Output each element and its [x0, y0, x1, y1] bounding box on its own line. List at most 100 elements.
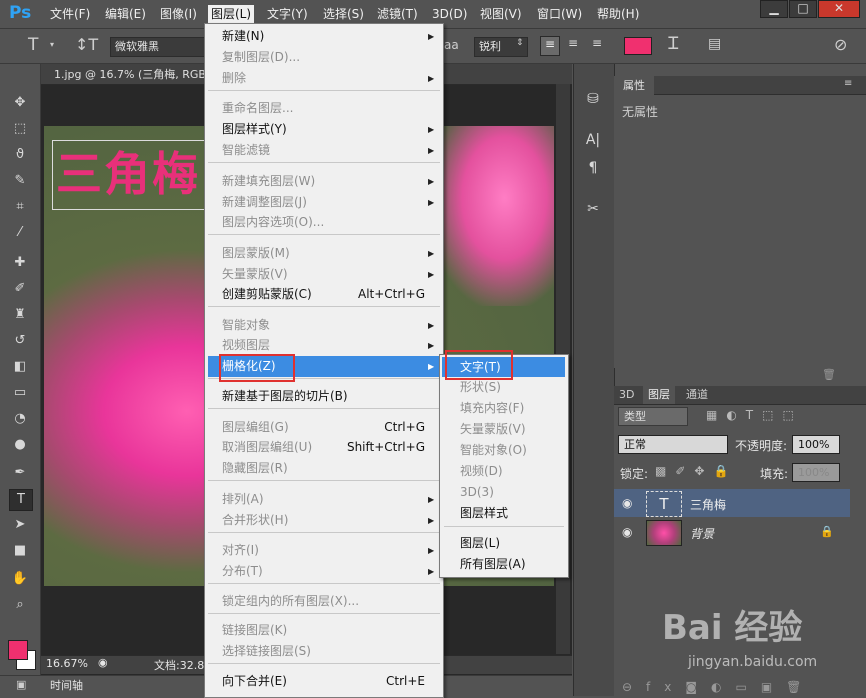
- layer-menu-item[interactable]: 图层样式(Y): [222, 120, 287, 139]
- layer-menu-item[interactable]: 智能对象: [222, 316, 270, 335]
- paragraph-panel-icon[interactable]: ¶: [582, 157, 604, 179]
- menu-filter[interactable]: 滤镜(T): [374, 5, 421, 23]
- brush-tool-icon[interactable]: ✐: [9, 279, 31, 299]
- layer-menu-item[interactable]: 新建基于图层的切片(B): [222, 387, 348, 406]
- zoom-level[interactable]: 16.67%: [46, 657, 88, 670]
- layer-menu-item[interactable]: 视频图层: [222, 336, 270, 355]
- visibility-eye-icon[interactable]: ◉: [622, 496, 632, 510]
- layer-menu-item[interactable]: 重命名图层...: [222, 99, 293, 118]
- tab-channels[interactable]: 通道: [681, 386, 713, 404]
- zoom-tool-icon[interactable]: ⌕: [9, 595, 31, 615]
- type-tool-icon[interactable]: T: [9, 489, 33, 511]
- move-tool-icon[interactable]: ✥: [9, 93, 31, 113]
- submenu-item[interactable]: 视频(D): [460, 461, 503, 481]
- lock-icons[interactable]: ▩✐✥🔒: [655, 464, 737, 478]
- quick-select-tool-icon[interactable]: ✎: [9, 171, 31, 191]
- align-center-icon[interactable]: ≡: [564, 36, 582, 54]
- tab-properties[interactable]: 属性: [614, 76, 654, 95]
- hand-tool-icon[interactable]: ✋: [9, 569, 31, 589]
- gradient-tool-icon[interactable]: ▭: [9, 383, 31, 403]
- submenu-item[interactable]: 智能对象(O): [460, 440, 527, 460]
- filter-icons[interactable]: ▦◐T⬚⬚: [706, 408, 803, 422]
- menu-view[interactable]: 视图(V): [477, 5, 525, 23]
- maximize-icon[interactable]: □: [789, 0, 817, 18]
- layer-menu-item[interactable]: 删除: [222, 69, 246, 88]
- close-icon[interactable]: ✕: [818, 0, 860, 18]
- character-panel-icon[interactable]: ▤: [708, 36, 721, 52]
- layer-menu-item[interactable]: 图层编组(G): [222, 418, 289, 437]
- layer-menu-item[interactable]: 矢量蒙版(V): [222, 265, 288, 284]
- font-family-field[interactable]: 微软雅黑: [110, 37, 212, 57]
- submenu-item[interactable]: 所有图层(A): [460, 554, 526, 574]
- layer-name[interactable]: 背景: [690, 525, 714, 542]
- align-left-icon[interactable]: ≡: [540, 36, 560, 56]
- chevron-down-icon[interactable]: ▾: [50, 40, 54, 49]
- layer-menu-item[interactable]: 新建(N): [222, 27, 264, 46]
- path-selection-tool-icon[interactable]: ➤: [9, 515, 31, 535]
- text-bounding-box[interactable]: [52, 140, 207, 210]
- cancel-icon[interactable]: ⊘: [834, 35, 847, 54]
- layer-menu-item[interactable]: 选择链接图层(S): [222, 642, 311, 661]
- opacity-field[interactable]: 100%: [792, 435, 840, 454]
- foreground-color-swatch[interactable]: [8, 640, 28, 660]
- warp-text-icon[interactable]: Ꮖ: [668, 34, 679, 54]
- layer-menu-item[interactable]: 新建调整图层(J): [222, 193, 307, 212]
- menu-type[interactable]: 文字(Y): [264, 5, 311, 23]
- layer-menu-item[interactable]: 图层蒙版(M): [222, 244, 290, 263]
- healing-brush-tool-icon[interactable]: ✚: [9, 253, 31, 273]
- text-orientation-icon[interactable]: ↕T: [75, 35, 98, 54]
- menu-image[interactable]: 图像(I): [157, 5, 200, 23]
- menu-select[interactable]: 选择(S): [320, 5, 367, 23]
- dodge-tool-icon[interactable]: ●: [9, 435, 31, 455]
- submenu-item[interactable]: 填充内容(F): [460, 398, 524, 418]
- layer-menu-item[interactable]: 链接图层(K): [222, 621, 287, 640]
- layer-menu-item[interactable]: 排列(A): [222, 490, 264, 509]
- layer-menu-item[interactable]: 新建填充图层(W): [222, 172, 315, 191]
- history-brush-tool-icon[interactable]: ↺: [9, 331, 31, 351]
- menu-window[interactable]: 窗口(W): [534, 5, 585, 23]
- layer-menu-item[interactable]: 创建剪贴蒙版(C): [222, 285, 312, 304]
- character-panel-icon[interactable]: A|: [582, 129, 604, 151]
- layer-menu-item[interactable]: 复制图层(D)...: [222, 48, 300, 67]
- visibility-eye-icon[interactable]: ◉: [622, 525, 632, 539]
- crop-tool-icon[interactable]: ⌗: [9, 197, 31, 217]
- submenu-item[interactable]: 矢量蒙版(V): [460, 419, 526, 439]
- layer-menu-item[interactable]: 取消图层编组(U): [222, 438, 312, 457]
- submenu-item[interactable]: 图层(L): [460, 533, 500, 553]
- blur-tool-icon[interactable]: ◔: [9, 409, 31, 429]
- menu-file[interactable]: 文件(F): [47, 5, 93, 23]
- layer-filter-select[interactable]: 类型: [618, 407, 688, 426]
- text-color-swatch[interactable]: [624, 37, 652, 55]
- align-right-icon[interactable]: ≡: [588, 36, 606, 54]
- type-tool-icon[interactable]: T: [28, 35, 38, 55]
- menu-3d[interactable]: 3D(D): [429, 5, 470, 23]
- layer-menu-item[interactable]: 向下合并(E): [222, 672, 287, 691]
- trash-icon[interactable]: 🗑: [822, 368, 836, 381]
- chevron-down-icon[interactable]: ⇕: [516, 38, 524, 48]
- minimize-icon[interactable]: ▁: [760, 0, 788, 18]
- tools-panel-icon[interactable]: ✂: [582, 198, 604, 220]
- marquee-tool-icon[interactable]: ⬚: [9, 119, 31, 139]
- eraser-tool-icon[interactable]: ◧: [9, 357, 31, 377]
- menu-help[interactable]: 帮助(H): [594, 5, 642, 23]
- panel-menu-icon[interactable]: ≡: [844, 78, 852, 89]
- menu-layer[interactable]: 图层(L): [208, 5, 255, 23]
- blend-mode-select[interactable]: 正常: [618, 435, 728, 454]
- share-icon[interactable]: ◉: [98, 656, 108, 669]
- submenu-item[interactable]: 形状(S): [460, 377, 501, 397]
- layer-menu-item[interactable]: 分布(T): [222, 562, 263, 581]
- layer-menu-item[interactable]: 锁定组内的所有图层(X)...: [222, 592, 359, 611]
- layer-footer-icons[interactable]: ⊖fx◙◐▭▣🗑: [622, 680, 815, 694]
- layer-name[interactable]: 三角梅: [690, 496, 726, 513]
- layer-menu-item[interactable]: 对齐(I): [222, 541, 259, 560]
- menu-edit[interactable]: 编辑(E): [102, 5, 149, 23]
- tab-layers[interactable]: 图层: [643, 386, 675, 404]
- layer-menu-item[interactable]: 图层内容选项(O)...: [222, 213, 324, 232]
- eyedropper-tool-icon[interactable]: ⁄: [9, 223, 31, 243]
- submenu-item[interactable]: 3D(3): [460, 482, 494, 502]
- clone-stamp-tool-icon[interactable]: ♜: [9, 305, 31, 325]
- layer-menu-item[interactable]: 隐藏图层(R): [222, 459, 288, 478]
- lasso-tool-icon[interactable]: ϑ: [9, 145, 31, 165]
- shape-tool-icon[interactable]: ■: [9, 541, 31, 561]
- timeline-label[interactable]: 时间轴: [50, 677, 83, 693]
